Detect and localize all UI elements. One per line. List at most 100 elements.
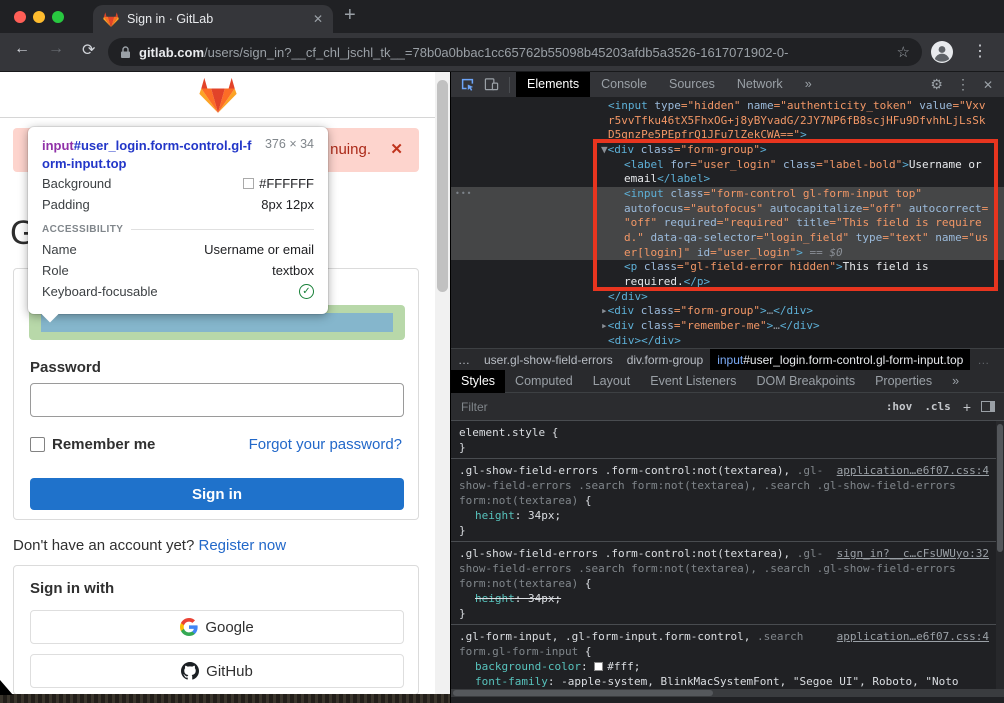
gitlab-signin-page: nuing. ✕ G Password Remember me Forgot y… (0, 72, 450, 703)
style-rule[interactable]: application…e6f07.css:4.gl-form-input, .… (451, 625, 997, 689)
forgot-password-link[interactable]: Forgot your password? (249, 436, 402, 453)
toggle-pseudo-state-button[interactable]: :hov (886, 400, 913, 413)
maximize-window-button[interactable] (52, 11, 64, 23)
minimize-window-button[interactable] (33, 11, 45, 23)
styles-filter-bar: Filter :hov .cls + (451, 393, 1004, 421)
dom-tree-row[interactable]: ▸<div class="form-group">…</div> (451, 304, 1004, 319)
close-tab-icon[interactable]: ✕ (313, 12, 323, 26)
styles-tab-styles[interactable]: Styles (451, 370, 505, 393)
remember-me-row: Remember me (30, 436, 155, 453)
github-signin-button[interactable]: GitHub (30, 654, 404, 688)
dom-tree-row[interactable]: <div></div> (451, 334, 1004, 349)
alert-close-icon[interactable]: ✕ (390, 140, 403, 158)
sign-in-button[interactable]: Sign in (30, 478, 404, 510)
breadcrumb-item[interactable]: div.form-group (620, 349, 710, 371)
breadcrumb-item[interactable]: user.gl-show-field-errors (477, 349, 620, 371)
browser-tab[interactable]: Sign in · GitLab ✕ (93, 5, 333, 33)
style-rule[interactable]: element.style {} (451, 421, 997, 459)
css-property[interactable]: height: 34px; (459, 591, 989, 606)
close-window-button[interactable] (14, 11, 26, 23)
devtools-panel: ElementsConsoleSourcesNetwork» ⚙ ⋮ ✕ <in… (450, 72, 1004, 703)
tooltip-focusable-row: Keyboard-focusable ✓ (42, 281, 314, 302)
styles-scrollbar-thumb[interactable] (997, 424, 1003, 552)
url-text: gitlab.com/users/sign_in?__cf_chl_jschl_… (139, 45, 891, 60)
breadcrumb-item[interactable]: input#user_login.form-control.gl-form-in… (710, 349, 970, 371)
devtools-close-icon[interactable]: ✕ (983, 78, 993, 92)
page-footer-strip (0, 694, 450, 703)
bookmark-star-icon[interactable]: ☆ (897, 43, 910, 61)
styles-tab-properties[interactable]: Properties (865, 370, 942, 393)
new-tab-button[interactable]: + (344, 4, 356, 27)
more-actions-icon[interactable]: ••• (455, 187, 472, 202)
devtools-tab-sources[interactable]: Sources (658, 72, 726, 97)
styles-tab-computed[interactable]: Computed (505, 370, 583, 393)
reload-icon[interactable]: ⟳ (82, 40, 95, 60)
check-circle-icon: ✓ (299, 284, 314, 299)
page-header (0, 72, 435, 118)
stylesheet-source-link[interactable]: sign_in?__c…cFsUWUyo:32 (837, 546, 989, 561)
tooltip-dimensions: 376 × 34 (265, 137, 314, 151)
dom-tree-row[interactable]: ▸<div class="remember-me">…</div> (451, 319, 1004, 334)
password-input[interactable] (30, 383, 404, 417)
css-property[interactable]: background-color: #fff; (459, 659, 989, 674)
styles-pane: element.style {}application…e6f07.css:4.… (451, 421, 997, 689)
color-swatch (243, 178, 254, 189)
remember-me-checkbox[interactable] (30, 437, 45, 452)
sidebar-layout-toggle-icon[interactable] (981, 401, 995, 412)
tooltip-selector: input#user_login.form-control.gl-form-in… (42, 137, 255, 173)
dom-tree-row[interactable]: r5vvTfku46tX5FhxOG+j8yBYvadG/2JY7NP6fB8s… (451, 114, 1004, 129)
social-signin-card: Sign in with Google GitHub (13, 565, 419, 695)
styles-filter-input[interactable]: Filter (461, 400, 874, 414)
inspect-element-icon[interactable] (460, 77, 475, 92)
back-icon[interactable]: ← (14, 40, 30, 58)
devtools-tab-network[interactable]: Network (726, 72, 794, 97)
styles-tab-dombreakpoints[interactable]: DOM Breakpoints (746, 370, 865, 393)
sign-in-with-label: Sign in with (30, 580, 114, 597)
breadcrumb-item[interactable]: … (970, 349, 996, 371)
page-scrollbar-thumb[interactable] (437, 80, 448, 292)
page-scrollbar[interactable] (435, 72, 450, 703)
device-toolbar-icon[interactable] (484, 77, 499, 92)
github-icon (181, 662, 199, 680)
css-property[interactable]: font-family: -apple-system, BlinkMacSyst… (459, 674, 989, 689)
devtools-tab-[interactable]: » (794, 72, 823, 97)
toggle-class-button[interactable]: .cls (924, 400, 951, 413)
styles-vertical-scrollbar[interactable] (996, 421, 1004, 689)
inspect-highlight-content[interactable] (41, 313, 393, 332)
forward-icon[interactable]: → (48, 40, 64, 58)
register-link[interactable]: Register now (199, 537, 287, 554)
styles-hscrollbar-thumb[interactable] (453, 690, 713, 696)
style-rule[interactable]: application…e6f07.css:4.gl-show-field-er… (451, 459, 997, 542)
browser-menu-icon[interactable]: ⋮ (972, 41, 988, 61)
stylesheet-source-link[interactable]: application…e6f07.css:4 (837, 463, 989, 478)
remember-me-label: Remember me (52, 436, 155, 453)
devtools-tab-elements[interactable]: Elements (516, 72, 590, 97)
styles-tab-eventlisteners[interactable]: Event Listeners (640, 370, 746, 393)
new-style-rule-button[interactable]: + (963, 399, 971, 415)
tooltip-padding-row: Padding 8px 12px (42, 194, 314, 215)
google-icon (180, 618, 198, 636)
styles-tab-layout[interactable]: Layout (583, 370, 641, 393)
profile-avatar[interactable] (930, 40, 954, 69)
styles-horizontal-scrollbar[interactable] (451, 689, 1004, 697)
style-rule[interactable]: sign_in?__c…cFsUWUyo:32.gl-show-field-er… (451, 542, 997, 625)
browser-toolbar: ← → ⟳ gitlab.com/users/sign_in?__cf_chl_… (0, 33, 1004, 72)
address-bar[interactable]: gitlab.com/users/sign_in?__cf_chl_jschl_… (108, 38, 922, 66)
devtools-tab-console[interactable]: Console (590, 72, 658, 97)
inspect-tooltip: input#user_login.form-control.gl-form-in… (28, 127, 328, 314)
google-signin-button[interactable]: Google (30, 610, 404, 644)
breadcrumb-item[interactable]: … (451, 349, 477, 371)
styles-tab-more[interactable]: » (942, 370, 969, 393)
tab-title: Sign in · GitLab (127, 12, 313, 26)
devtools-settings-icon[interactable]: ⚙ (930, 76, 943, 93)
css-property[interactable]: height: 34px; (459, 508, 989, 523)
devtools-menu-icon[interactable]: ⋮ (956, 76, 970, 93)
tooltip-name-row: NameUsername or email (42, 239, 314, 260)
stylesheet-source-link[interactable]: application…e6f07.css:4 (837, 629, 989, 644)
tooltip-role-row: Roletextbox (42, 260, 314, 281)
toolbar-divider (509, 77, 510, 93)
dom-tree-row[interactable]: </div> (451, 290, 1004, 305)
lock-icon (120, 46, 131, 59)
dom-tree-row[interactable]: <input type="hidden" name="authenticity_… (451, 99, 1004, 114)
color-swatch (594, 662, 603, 671)
